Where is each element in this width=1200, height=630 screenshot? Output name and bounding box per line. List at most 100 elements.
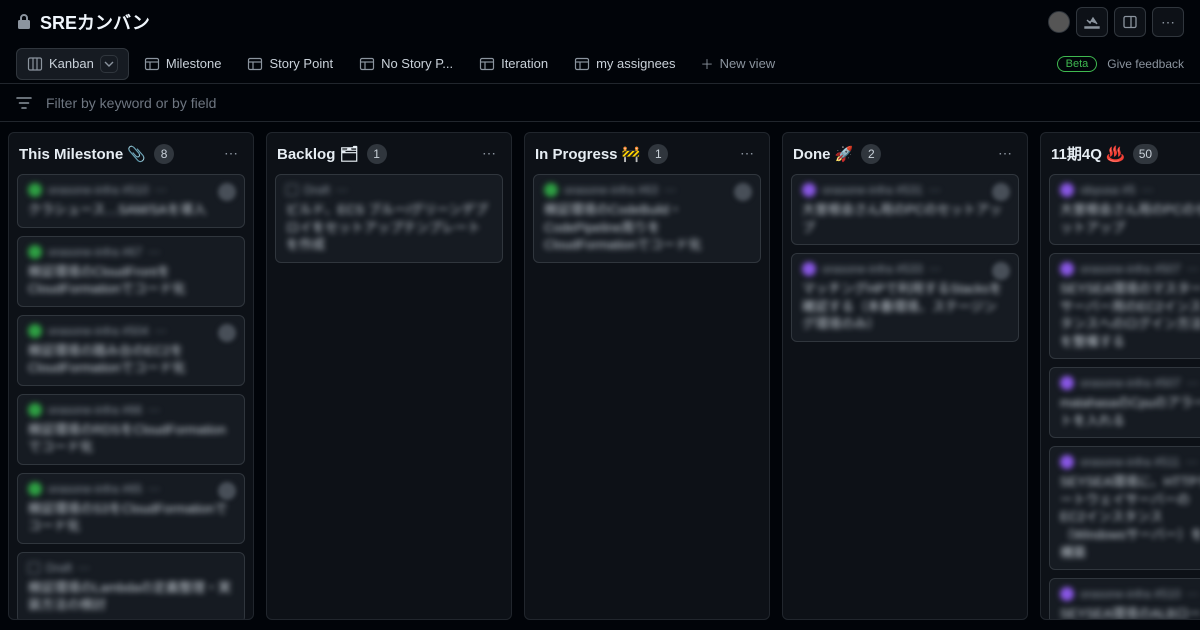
card-meta: orasone-infra #63 ⋯ bbox=[544, 183, 750, 197]
card[interactable]: orasone-infra #510⋯クラシュース…SAM/SAを導入 bbox=[17, 174, 245, 228]
insights-button[interactable] bbox=[1076, 7, 1108, 37]
card-title: SEYSEA環境のマスターサーバー用のEC2インスタンスへのログイン方法を整備す… bbox=[1060, 280, 1200, 350]
card-ref: orasone-infra #63 bbox=[564, 183, 658, 197]
table-icon bbox=[479, 56, 495, 72]
card-menu-icon[interactable]: ⋯ bbox=[148, 403, 160, 417]
column: This Milestone 📎8⋯orasone-infra #510⋯クラシ… bbox=[8, 132, 254, 620]
card[interactable]: orasone-infra #507 ⋯ SEYSEA環境のマスターサーバー用のEC… bbox=[1049, 253, 1200, 359]
card-title: マッチングHPで利用するStacksを確認する（本番環境、ステージング環境のみ） bbox=[802, 280, 1008, 333]
card-ref: orasone-infra #510 bbox=[48, 183, 149, 197]
card-menu-icon[interactable]: ⋯ bbox=[1141, 183, 1153, 197]
issue-status-icon bbox=[28, 482, 42, 496]
new-view-label: New view bbox=[720, 56, 776, 71]
card-title: SEYSEA環境に、HTTPゲートウェイサーバーのEC2インスタンス（Windo… bbox=[1060, 473, 1200, 561]
card-meta: orasone-infra #511⋯ bbox=[1060, 455, 1200, 469]
card-menu-icon[interactable]: ⋯ bbox=[78, 561, 90, 575]
column-title: In Progress 🚧 bbox=[535, 145, 640, 163]
card[interactable]: orasone-infra #511⋯ SEYSEA環境に、HTTPゲートウェイサ… bbox=[1049, 446, 1200, 570]
column-menu-button[interactable]: ⋯ bbox=[736, 143, 759, 164]
assignee-avatar[interactable] bbox=[992, 183, 1010, 201]
filter-icon[interactable] bbox=[16, 95, 32, 111]
new-view-button[interactable]: ＋ New view bbox=[691, 48, 786, 79]
views-tabbar: Kanban Milestone Story Point No Story P.… bbox=[0, 44, 1200, 84]
tab-milestone[interactable]: Milestone bbox=[133, 49, 233, 79]
column-count: 1 bbox=[367, 144, 387, 164]
card-ref: obyusa #5 bbox=[1080, 183, 1135, 197]
card-meta: orasone-infra #66⋯ bbox=[28, 403, 234, 417]
card-meta: orasone-infra #507 ⋯ bbox=[1060, 262, 1200, 276]
card-menu-icon[interactable]: ⋯ bbox=[1186, 455, 1198, 469]
filter-input[interactable] bbox=[46, 95, 1184, 111]
give-feedback-link[interactable]: Give feedback bbox=[1107, 57, 1184, 71]
column-header: Done 🚀2⋯ bbox=[783, 133, 1027, 174]
column-title: 11期4Q ♨️ bbox=[1051, 143, 1125, 164]
card-menu-icon[interactable]: ⋯ bbox=[1187, 376, 1199, 390]
tab-label: Milestone bbox=[166, 56, 222, 71]
card-menu-icon[interactable]: ⋯ bbox=[929, 262, 941, 276]
card-ref: Draft bbox=[46, 561, 72, 575]
card[interactable]: orasone-infra #533⋯ マッチングHPで利用するStacksを確認… bbox=[791, 253, 1019, 342]
column-header: This Milestone 📎8⋯ bbox=[9, 133, 253, 174]
issue-status-icon bbox=[28, 183, 42, 197]
card-title: 検証環境のCloudFrontをCloudFormationでコード化 bbox=[28, 263, 234, 298]
tab-my-assignees[interactable]: my assignees bbox=[563, 49, 686, 79]
card-menu-icon[interactable]: ⋯ bbox=[1187, 262, 1199, 276]
issue-status-icon bbox=[1060, 587, 1074, 601]
draft-icon bbox=[28, 562, 40, 574]
tab-kanban[interactable]: Kanban bbox=[16, 48, 129, 80]
filter-bar bbox=[0, 84, 1200, 122]
card[interactable]: orasone-infra #504⋯検証環境の踏み台のEC2をCloudFor… bbox=[17, 315, 245, 386]
panel-toggle-button[interactable] bbox=[1114, 7, 1146, 37]
more-button[interactable]: ⋯ bbox=[1152, 7, 1184, 37]
card[interactable]: Draft⋯ビルド、ECS ブルー/グリーンデプロイをセットアップテンプレートを… bbox=[275, 174, 503, 263]
tab-label: Story Point bbox=[269, 56, 333, 71]
card-menu-icon[interactable]: ⋯ bbox=[929, 183, 941, 197]
card-meta: orasone-infra #67⋯ bbox=[28, 245, 234, 259]
issue-status-icon bbox=[1060, 183, 1074, 197]
card-menu-icon[interactable]: ⋯ bbox=[148, 245, 160, 259]
card[interactable]: orasone-infra #531⋯大曽根会さん用のPCのセットアップ bbox=[791, 174, 1019, 245]
card[interactable]: orasone-infra #67⋯ 検証環境のCloudFrontをCloudF… bbox=[17, 236, 245, 307]
card-meta: orasone-infra #65⋯ bbox=[28, 482, 234, 496]
card[interactable]: orasone-infra #65⋯検証環境のS3をCloudFormation… bbox=[17, 473, 245, 544]
column-menu-button[interactable]: ⋯ bbox=[220, 143, 243, 164]
avatar[interactable] bbox=[1048, 11, 1070, 33]
card-ref: orasone-infra #507 bbox=[1080, 262, 1181, 276]
card-menu-icon[interactable]: ⋯ bbox=[155, 183, 167, 197]
card-menu-icon[interactable]: ⋯ bbox=[336, 183, 348, 197]
lock-icon bbox=[16, 14, 32, 30]
chevron-down-icon[interactable] bbox=[100, 55, 118, 73]
card-meta: orasone-infra #507⋯ bbox=[1060, 376, 1200, 390]
column-menu-button[interactable]: ⋯ bbox=[478, 143, 501, 164]
issue-status-icon bbox=[28, 403, 42, 417]
tab-story-point[interactable]: Story Point bbox=[236, 49, 344, 79]
card-ref: Draft bbox=[304, 183, 330, 197]
assignee-avatar[interactable] bbox=[218, 183, 236, 201]
card-menu-icon[interactable]: ⋯ bbox=[1187, 587, 1199, 601]
card[interactable]: orasone-infra #66⋯検証環境のRDSをCloudFormatio… bbox=[17, 394, 245, 465]
card-menu-icon[interactable]: ⋯ bbox=[664, 183, 676, 197]
card-menu-icon[interactable]: ⋯ bbox=[148, 482, 160, 496]
assignee-avatar[interactable] bbox=[734, 183, 752, 201]
beta-badge: Beta bbox=[1057, 56, 1098, 72]
tab-no-story-point[interactable]: No Story P... bbox=[348, 49, 464, 79]
card-menu-icon[interactable]: ⋯ bbox=[155, 324, 167, 338]
assignee-avatar[interactable] bbox=[218, 482, 236, 500]
issue-status-icon bbox=[802, 183, 816, 197]
issue-status-icon bbox=[1060, 455, 1074, 469]
card[interactable]: Draft⋯検証環境のLambdaの定義整理・実装方法の検討 bbox=[17, 552, 245, 619]
card-meta: orasone-infra #533⋯ bbox=[802, 262, 1008, 276]
card[interactable]: orasone-infra #63 ⋯ 検証環境のCodeBuild・CodePip… bbox=[533, 174, 761, 263]
issue-status-icon bbox=[28, 245, 42, 259]
issue-status-icon bbox=[1060, 376, 1074, 390]
column-menu-button[interactable]: ⋯ bbox=[994, 143, 1017, 164]
card[interactable]: orasone-infra #510⋯SEYSEA環境のALBロードバランサーロ… bbox=[1049, 578, 1200, 619]
tab-iteration[interactable]: Iteration bbox=[468, 49, 559, 79]
assignee-avatar[interactable] bbox=[992, 262, 1010, 280]
card-ref: orasone-infra #504 bbox=[48, 324, 149, 338]
card[interactable]: orasone-infra #507⋯matahasaのCpuのアラートを入れる bbox=[1049, 367, 1200, 438]
card-title: 検証環境のCodeBuild・CodePipeline周りをCloudForma… bbox=[544, 201, 750, 254]
column: In Progress 🚧1⋯orasone-infra #63⋯検証環境のCo… bbox=[524, 132, 770, 620]
card[interactable]: obyusa #5⋯大曽根会さん用のPCのセットアップ bbox=[1049, 174, 1200, 245]
assignee-avatar[interactable] bbox=[218, 324, 236, 342]
